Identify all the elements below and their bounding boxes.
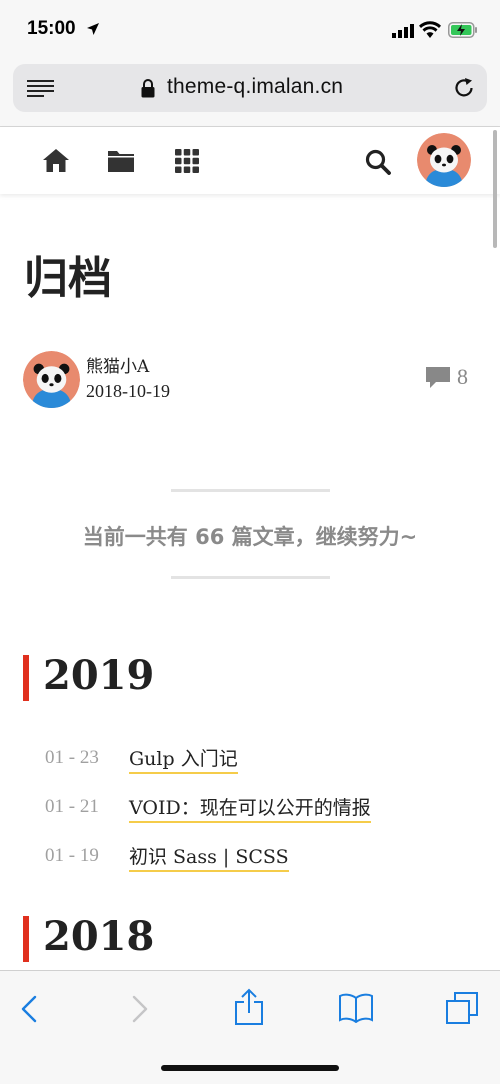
wifi-icon [419,21,441,38]
status-time: 15:00 [27,18,76,39]
address-domain: theme-q.imalan.cn [167,75,344,98]
year-heading: 2018 [43,913,155,960]
archive-post-date: 01 - 21 [45,796,99,817]
home-indicator [161,1065,339,1071]
archive-post-date: 01 - 19 [45,845,99,866]
divider-bottom [171,576,330,579]
reload-icon[interactable] [453,77,475,99]
folder-icon[interactable] [107,148,135,173]
post-date: 2018-10-19 [86,381,170,401]
battery-charging-icon [448,22,477,38]
forward-icon[interactable] [131,995,149,1023]
page-scrollbar[interactable] [493,130,497,248]
browser-url-area: theme-q.imalan.cn [0,60,500,127]
search-icon[interactable] [365,149,391,175]
tabs-icon[interactable] [445,991,479,1025]
archive-post-date: 01 - 23 [45,747,99,768]
comment-icon[interactable] [425,366,451,389]
author-avatar[interactable] [23,351,80,408]
grid-icon[interactable] [175,149,199,173]
archive-post-link[interactable]: 初识 Sass | SCSS [129,844,289,872]
location-arrow-icon [87,23,99,35]
home-icon[interactable] [42,148,70,173]
archive-post-link[interactable]: Gulp 入门记 [129,746,238,774]
avatar[interactable] [417,133,471,187]
year-marker [23,655,29,701]
archive-post-link[interactable]: VOID：现在可以公开的情报 [129,795,371,823]
page-title: 归档 [24,253,112,304]
year-marker [23,916,29,962]
archive-summary: 当前一共有 66 篇文章，继续努力~ [82,525,418,549]
reader-menu-icon[interactable] [27,80,54,98]
divider-top [171,489,330,492]
author-name[interactable]: 熊猫小A [86,352,149,377]
cellular-signal-icon [392,24,414,38]
address-bar[interactable]: theme-q.imalan.cn [13,64,487,112]
site-navbar [0,127,500,194]
lock-icon [141,79,155,98]
share-icon[interactable] [234,988,264,1026]
bookmarks-icon[interactable] [338,993,374,1023]
status-bar: 15:00 [0,0,500,60]
comment-count[interactable]: 8 [457,364,468,390]
back-icon[interactable] [20,995,38,1023]
year-heading: 2019 [43,652,155,699]
